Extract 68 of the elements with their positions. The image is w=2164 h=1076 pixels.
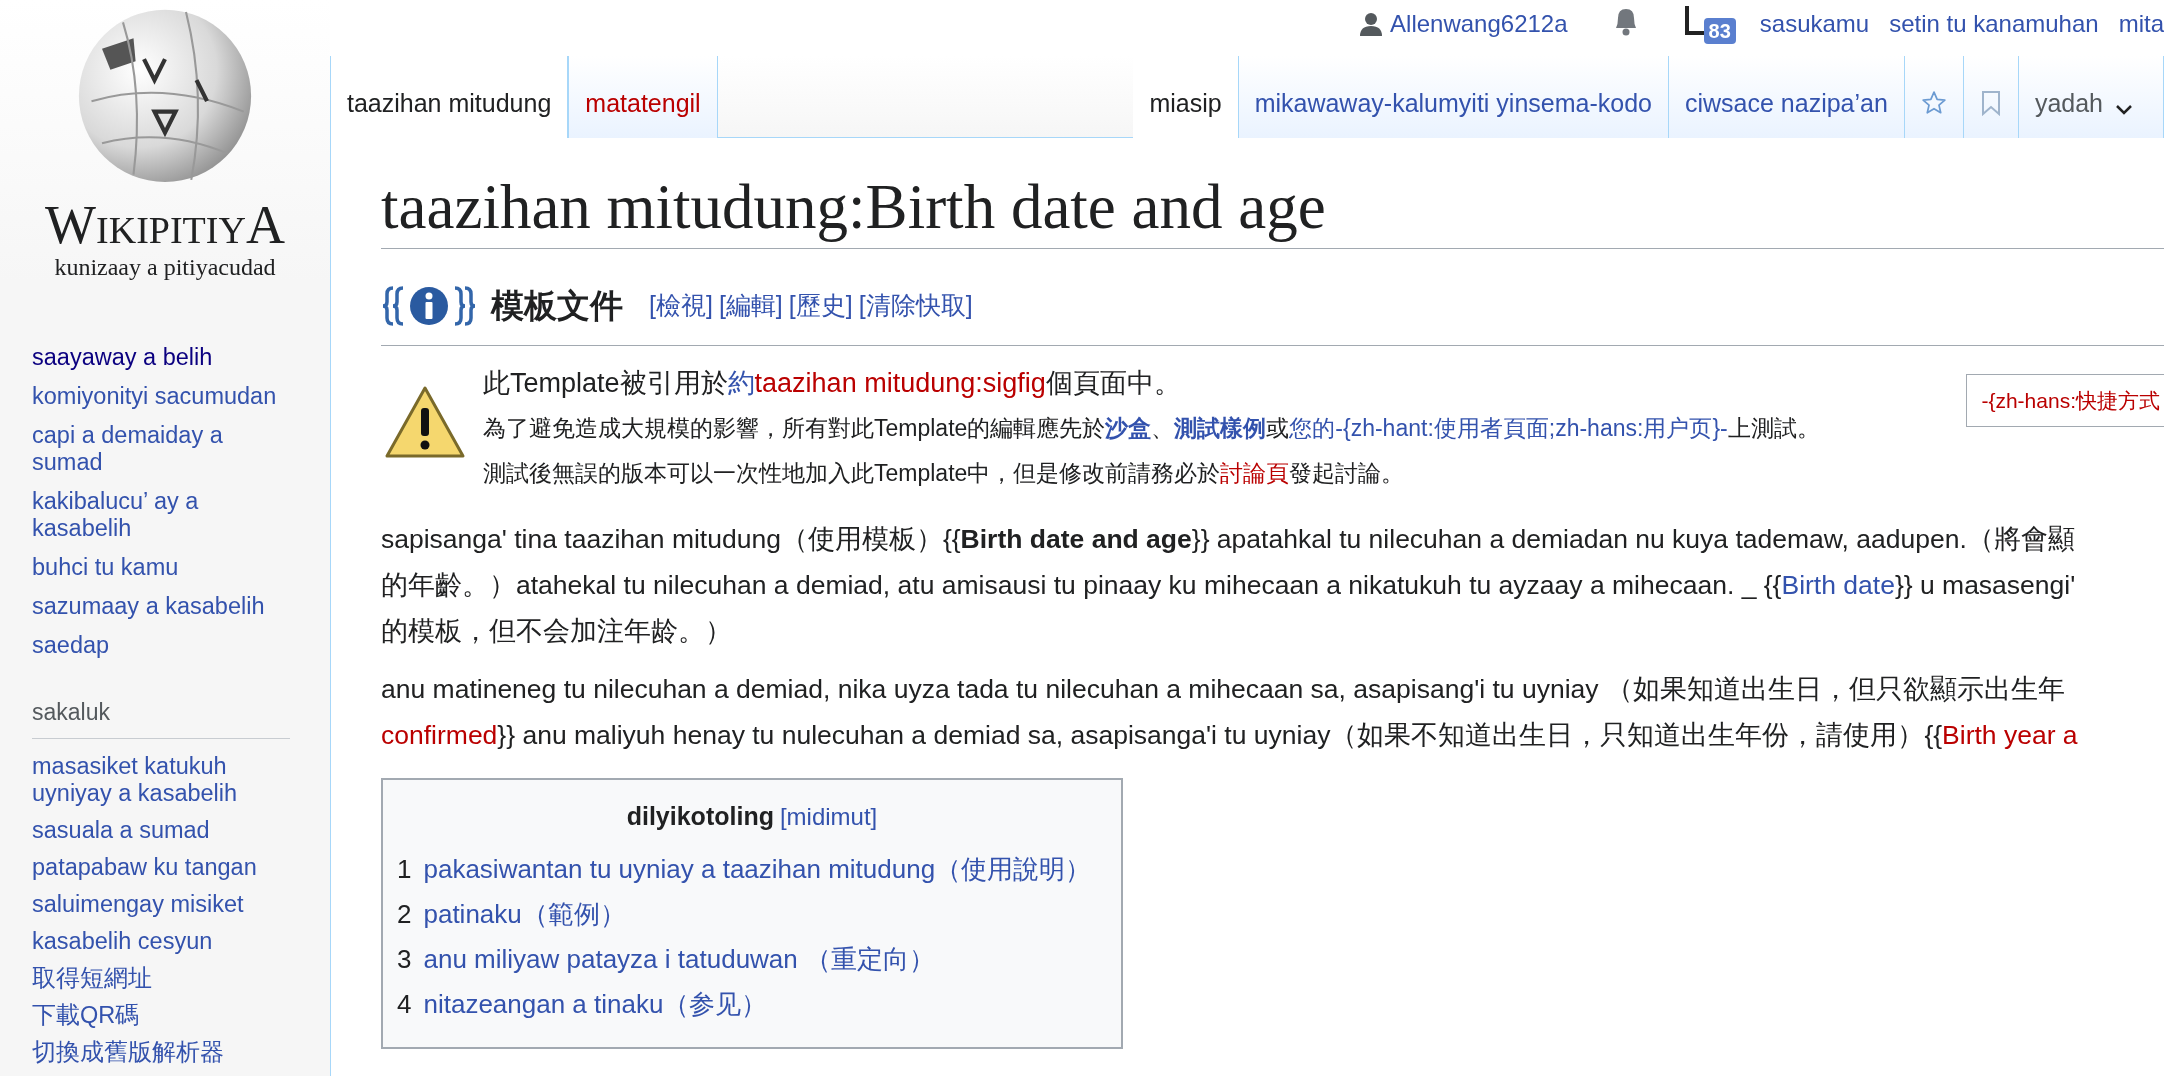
star-icon[interactable]	[1920, 90, 1947, 116]
toc-link[interactable]: anu miliyaw patayza i tatuduwan （重定向）	[423, 937, 935, 982]
paragraph-line: 的模板，但不会加注年龄。）	[381, 614, 733, 648]
sidebar-heading: sakaluk	[32, 695, 290, 739]
sidebar-link[interactable]: 取得短網址	[32, 964, 280, 992]
link[interactable]: Birth date	[1781, 569, 1895, 600]
toc-link[interactable]: patinaku（範例）	[423, 892, 626, 937]
sidebar-link[interactable]: saedap	[32, 632, 280, 659]
sidebar-link[interactable]: patapabaw ku tangan	[32, 853, 280, 881]
bracket-link[interactable]: [清除快取]	[858, 287, 973, 325]
toc-link[interactable]: nitazeangan a tinaku（参见）	[423, 982, 768, 1027]
missing-page-link[interactable]: taazihan mitudung:sigfig	[754, 367, 1046, 398]
more-menu-tab[interactable]: yadah	[2018, 56, 2164, 138]
paragraph-line: sapisanga' tina taazihan mitudung（使用模板）{{Birth date and age}} apatahkal tu nilecuhan a demiadan nu kuya tademaw, aadupen.（將會顯	[381, 522, 2076, 556]
sidebar-link[interactable]: capi a demaiday a sumad	[32, 422, 280, 476]
notice-text: 為了避免造成大規模的影響，所有對此Template的編輯應先於沙盒、測試樣例或您的-{zh-hant:使用者頁面;zh-hans:用户页}-上測試。	[483, 413, 1820, 443]
notification-count-badge[interactable]: 83	[1703, 18, 1736, 44]
missing-page-link[interactable]: Birth year a	[1942, 719, 2078, 750]
page-title: taazihan mitudung:Birth date and age	[381, 170, 2164, 249]
toc-link[interactable]: pakasiwantan tu uyniay a taazihan mitudung（使用說明）	[423, 847, 1092, 892]
paragraph-line: 的年齡。）atahekal tu nilecuhan a demiad, atu amisausi tu pinaay ku mihecaan a nikatukuh tu ayzaay a mihecaan. _ {{Birth date}} u masasengi'	[381, 568, 2077, 602]
sidebar-link[interactable]: buhci tu kamu	[32, 554, 280, 581]
section-heading: 模板文件	[491, 286, 623, 326]
sidebar-link[interactable]: sasuala a sumad	[32, 816, 280, 844]
site-tagline: kunizaay a pitiyacudad	[54, 253, 276, 282]
missing-page-link[interactable]: 討論頁	[1220, 459, 1290, 486]
sidebar-link[interactable]: komiyonityi sacumudan	[32, 383, 280, 410]
bracket-link[interactable]: [歷史]	[788, 287, 853, 325]
toc-title: dilyikotoling	[626, 800, 774, 832]
bracket-link[interactable]: [檢視]	[649, 287, 713, 325]
missing-page-link[interactable]: confirmed	[381, 719, 498, 750]
tray-icon[interactable]	[1683, 6, 1704, 36]
paragraph-line: confirmed}} anu maliyuh henay tu nulecuhan a demiad sa, asapisanga'i tu uyniay（如果不知道出生日，只知道出生年份，請使用）{{Birth year a	[381, 718, 2079, 752]
namespace-tab[interactable]: matatengil	[568, 56, 718, 138]
link[interactable]: 沙盒	[1105, 414, 1152, 441]
user-menu-link[interactable]: sasukamu	[1759, 6, 1870, 42]
link[interactable]: 約	[727, 367, 755, 398]
sidebar-link[interactable]: saayaway a belih	[32, 344, 280, 371]
link[interactable]: 您的-{zh-hant:使用者頁面;zh-hans:用户页}-	[1289, 414, 1728, 441]
sidebar-link[interactable]: masasiket katukuh uyniyay a kasabelih	[32, 752, 280, 807]
view-tab[interactable]: mikawaway-kalumyiti yinsema-kodo	[1238, 56, 1669, 138]
chevron-down-icon	[2115, 104, 2133, 116]
view-tab[interactable]: ciwsace nazipa’an	[1668, 56, 1905, 138]
user-icon	[1360, 12, 1383, 36]
sidebar-link[interactable]: saluimengay misiket	[32, 890, 280, 918]
namespace-tab[interactable]: taazihan mitudung	[330, 56, 569, 138]
toc-number: 2	[397, 898, 412, 931]
notice-text: 測試後無誤的版本可以一次性地加入此Template中，但是修改前請務必於討論頁發起討論。	[483, 458, 1406, 488]
site-wordmark[interactable]: WikipitiyA	[45, 198, 285, 252]
username-link[interactable]: Allenwang6212a	[1390, 6, 1568, 42]
view-tab[interactable]: miasip	[1133, 56, 1239, 138]
toc-number: 1	[397, 853, 412, 886]
sidebar-link[interactable]: kakibalucu’ ay a kasabelih	[32, 488, 280, 542]
link[interactable]: 測試樣例	[1174, 414, 1267, 441]
toc-number: 3	[397, 943, 412, 976]
sidebar-link[interactable]: 下載QR碼	[32, 1001, 280, 1029]
sidebar-link[interactable]: 切換成舊版解析器	[32, 1038, 280, 1066]
user-menu-link[interactable]: setin tu kanamuhan	[1889, 6, 2099, 42]
paragraph-line: anu matineneg tu nilecuhan a demiad, nika uyza tada tu nilecuhan a mihecaan sa, asapisang'i tu uyniay （如果知道出生日，但只欲顯示出生年	[381, 672, 2066, 706]
user-menu-link[interactable]: mita	[2118, 6, 2164, 42]
sidebar-link[interactable]: sazumaay a kasabelih	[32, 593, 280, 620]
shortcut-box: -{zh-hans:快捷方式	[1966, 373, 2164, 427]
bracket-link[interactable]: [編輯]	[718, 287, 783, 325]
info-template-icon	[381, 283, 477, 328]
toc-toggle-link[interactable]: [midimut]	[779, 798, 878, 835]
toc-number: 4	[397, 988, 412, 1021]
sidebar-link[interactable]: kasabelih cesyun	[32, 927, 280, 955]
notice-text: 此Template被引用於約taazihan mitudung:sigfig個頁面中。	[483, 366, 1182, 400]
